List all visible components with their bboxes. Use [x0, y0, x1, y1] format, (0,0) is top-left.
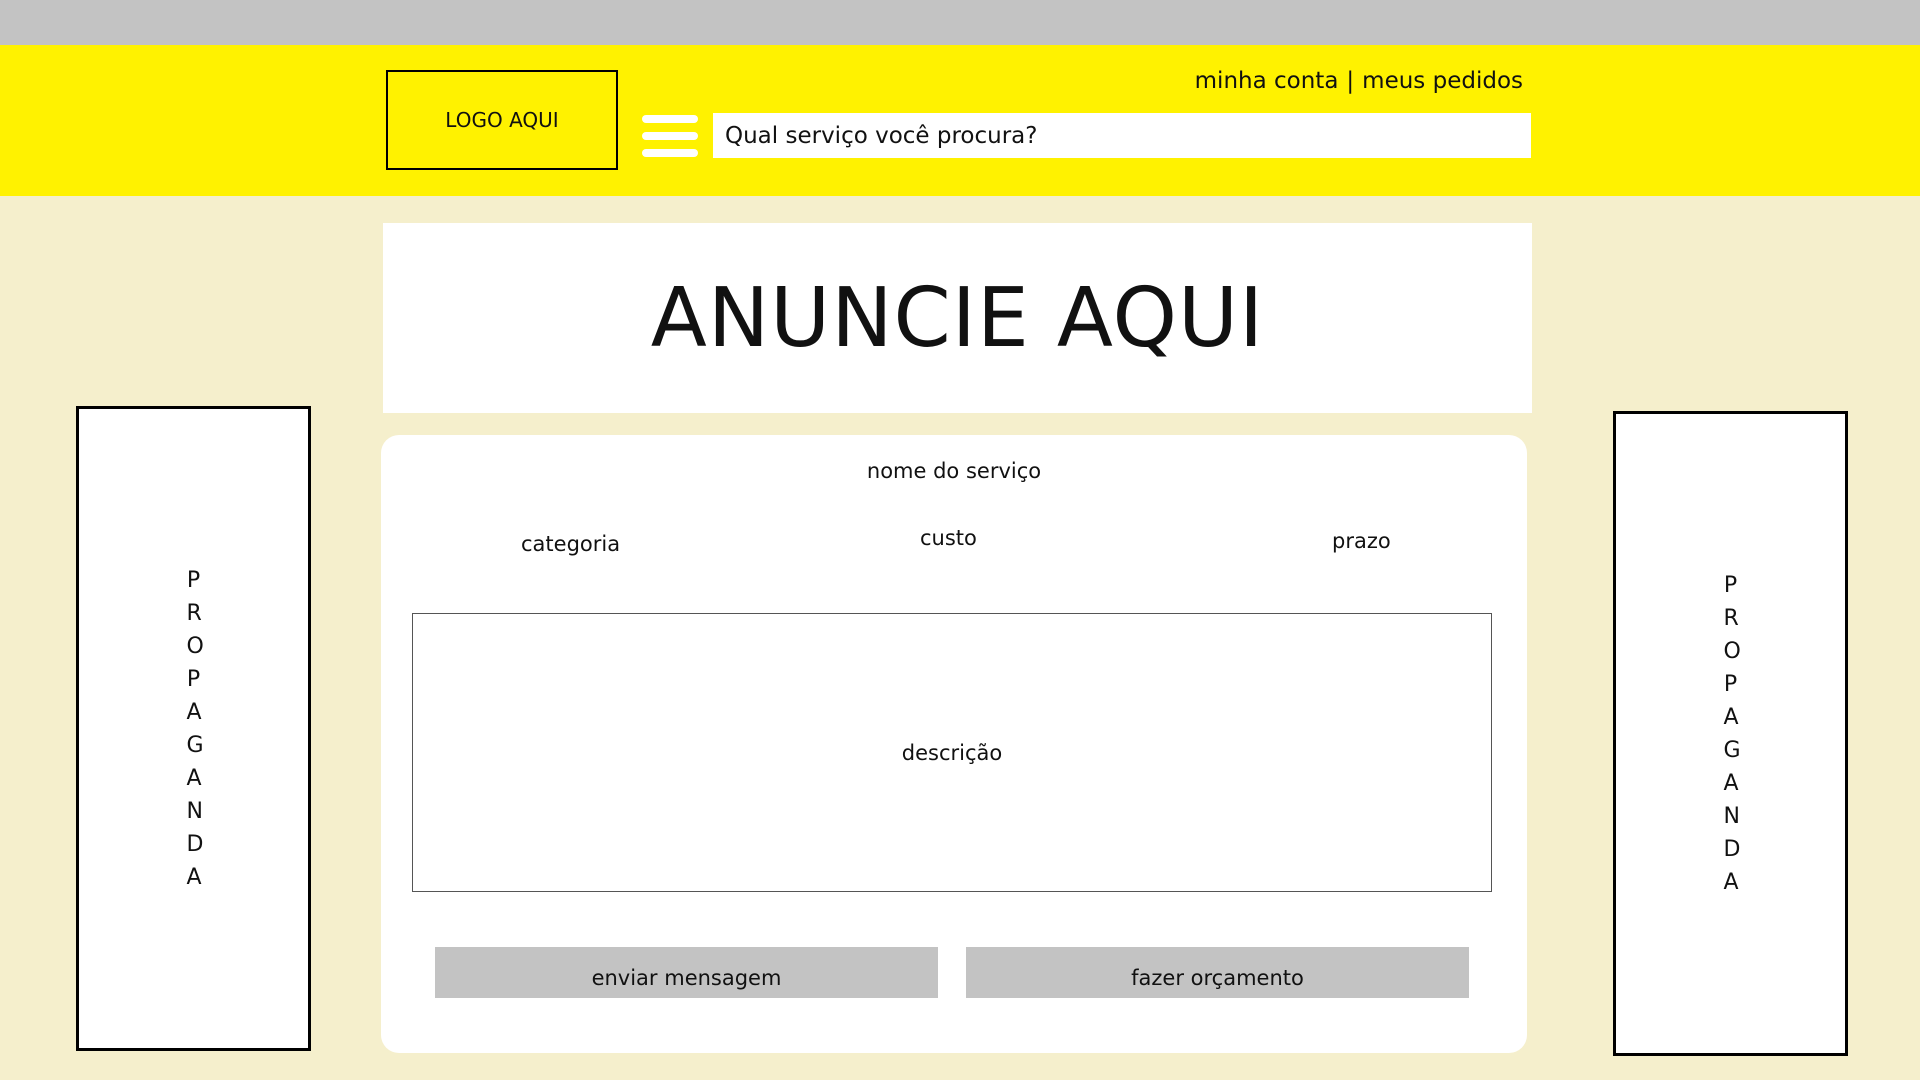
send-message-label: enviar mensagem — [591, 965, 782, 990]
send-message-button[interactable]: enviar mensagem — [435, 947, 938, 998]
request-quote-button[interactable]: fazer orçamento — [966, 947, 1469, 998]
account-links: minha conta | meus pedidos — [1195, 68, 1523, 94]
logo-text: LOGO AQUI — [445, 108, 559, 132]
left-side-ad[interactable]: PROPAGANDA — [76, 406, 311, 1051]
search-input[interactable] — [713, 113, 1531, 158]
left-side-ad-text: PROPAGANDA — [186, 567, 204, 890]
cost-label: custo — [920, 526, 977, 550]
my-orders-link[interactable]: meus pedidos — [1362, 68, 1523, 94]
hamburger-menu-icon[interactable] — [642, 113, 698, 159]
link-separator: | — [1346, 68, 1355, 94]
request-quote-label: fazer orçamento — [1131, 965, 1304, 990]
ad-banner[interactable]: ANUNCIE AQUI — [383, 223, 1532, 413]
description-box: descrição — [412, 613, 1492, 892]
top-bar — [0, 0, 1920, 45]
right-side-ad[interactable]: PROPAGANDA — [1613, 411, 1848, 1056]
service-name-label: nome do serviço — [866, 459, 1042, 483]
my-account-link[interactable]: minha conta — [1195, 68, 1339, 94]
service-card: nome do serviço categoria custo prazo de… — [381, 435, 1527, 1053]
category-label: categoria — [521, 532, 621, 556]
description-label: descrição — [901, 740, 1003, 765]
logo-placeholder[interactable]: LOGO AQUI — [386, 70, 618, 170]
ad-banner-text: ANUNCIE AQUI — [650, 270, 1265, 366]
term-label: prazo — [1332, 529, 1391, 553]
right-side-ad-text: PROPAGANDA — [1723, 572, 1741, 895]
